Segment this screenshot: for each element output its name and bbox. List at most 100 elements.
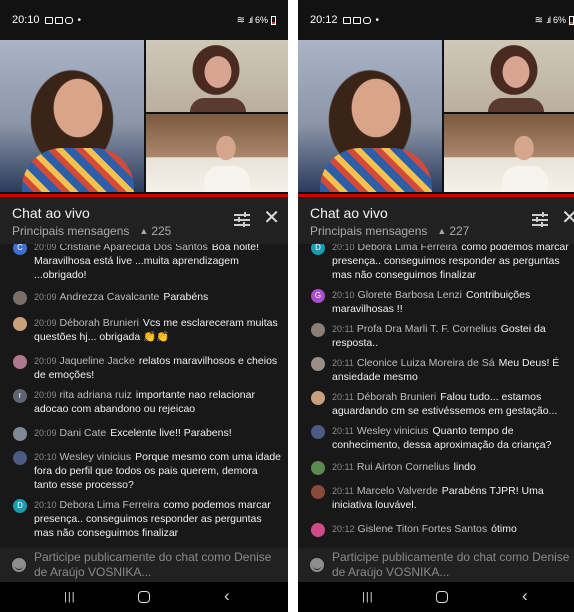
video-tile-participant-top bbox=[146, 40, 288, 112]
avatar[interactable] bbox=[13, 427, 27, 441]
avatar[interactable] bbox=[13, 451, 27, 465]
avatar[interactable]: D bbox=[13, 499, 27, 513]
message-time: 20:11 bbox=[332, 392, 354, 402]
close-icon[interactable]: ✕ bbox=[263, 208, 280, 228]
message-body: 20:11 Déborah Brunieri Falou tudo... estam… bbox=[332, 390, 574, 418]
more-notifications-icon: • bbox=[77, 14, 82, 26]
video-progress-bar[interactable] bbox=[298, 194, 574, 197]
emoji-icon[interactable] bbox=[310, 558, 324, 572]
close-icon[interactable]: ✕ bbox=[561, 208, 574, 228]
message-author[interactable]: Glorete Barbosa Lenzi bbox=[358, 289, 462, 301]
message-body: 20:11 Cleonice Luiza Moreira de Sá Meu Deu… bbox=[332, 356, 574, 384]
status-time: 20:10 bbox=[12, 14, 40, 26]
message-body: 20:09 Cristiane Aparecida Dos Santos Boa n… bbox=[34, 244, 282, 282]
message-author[interactable]: Cleonice Luiza Moreira de Sá bbox=[357, 357, 495, 369]
viewer-icon: ▲ bbox=[437, 226, 447, 236]
video-tile-main-speaker bbox=[0, 40, 144, 192]
status-bar: 20:10 • ≋ .ıl 6% bbox=[0, 0, 288, 40]
avatar[interactable] bbox=[13, 317, 27, 331]
avatar[interactable] bbox=[13, 355, 27, 369]
message-time: 20:09 bbox=[34, 390, 57, 400]
message-time: 20:11 bbox=[332, 426, 354, 436]
recent-apps-icon[interactable]: ||| bbox=[362, 591, 374, 603]
chat-mode-selector[interactable]: Principais mensagens ▲ 225 bbox=[12, 224, 171, 238]
message-body: 20:09 rita adriana ruiz importante nao rel… bbox=[34, 388, 282, 416]
chat-title: Chat ao vivo bbox=[310, 205, 388, 221]
back-icon[interactable]: ‹ bbox=[224, 586, 230, 606]
message-time: 20:09 bbox=[34, 244, 57, 252]
chat-input-placeholder[interactable]: Participe publicamente do chat como Deni… bbox=[34, 550, 280, 580]
avatar[interactable] bbox=[311, 391, 325, 405]
chat-mode-selector[interactable]: Principais mensagens ▲ 227 bbox=[310, 224, 469, 238]
chat-input-placeholder[interactable]: Participe publicamente do chat como Deni… bbox=[332, 550, 574, 580]
message-time: 20:11 bbox=[332, 324, 354, 334]
message-time: 20:10 bbox=[34, 500, 57, 510]
avatar[interactable]: r bbox=[13, 389, 27, 403]
video-progress-bar[interactable] bbox=[0, 194, 288, 197]
recent-apps-icon[interactable]: ||| bbox=[64, 591, 76, 603]
message-author[interactable]: Rui Airton Cornelius bbox=[357, 461, 450, 473]
avatar[interactable] bbox=[311, 323, 325, 337]
message-author[interactable]: Profa Dra Marli T. F. Cornelius bbox=[357, 323, 497, 335]
avatar[interactable] bbox=[311, 485, 325, 499]
message-body: 20:09 Andrezza Cavalcante Parabéns bbox=[34, 290, 282, 304]
chat-input-bar[interactable]: Participe publicamente do chat como Deni… bbox=[298, 548, 574, 582]
avatar[interactable]: G bbox=[311, 289, 325, 303]
avatar[interactable]: C bbox=[13, 244, 27, 255]
home-icon[interactable] bbox=[138, 591, 150, 603]
message-body: 20:10 Glorete Barbosa Lenzi Contribuições … bbox=[332, 288, 574, 316]
message-body: 20:09 Dani Cate Excelente live!! Parabens! bbox=[34, 426, 282, 440]
emoji-icon[interactable] bbox=[12, 558, 26, 572]
message-author[interactable]: Dani Cate bbox=[60, 427, 107, 439]
avatar[interactable] bbox=[311, 461, 325, 475]
avatar[interactable] bbox=[311, 523, 325, 537]
avatar[interactable] bbox=[13, 291, 27, 305]
signal-icon: .ıl bbox=[545, 15, 551, 25]
chat-mode-label: Principais mensagens bbox=[12, 224, 130, 238]
avatar[interactable]: D bbox=[311, 244, 325, 255]
chat-header: Chat ao vivo Principais mensagens ▲ 227 ✕ bbox=[298, 198, 574, 244]
home-icon[interactable] bbox=[436, 591, 448, 603]
message-body: 20:11 Wesley vinicius Quanto tempo de conh… bbox=[332, 424, 574, 452]
video-player[interactable] bbox=[0, 40, 288, 198]
settings-sliders-icon[interactable] bbox=[532, 212, 548, 227]
message-author[interactable]: Cristiane Aparecida Dos Santos bbox=[60, 244, 208, 253]
message-body: 20:12 Gislene Titon Fortes Santos ótimo bbox=[332, 522, 574, 536]
message-author[interactable]: Debora Lima Ferreira bbox=[60, 499, 160, 511]
chat-messages-list[interactable]: C 20:09 Cristiane Aparecida Dos Santos Boa … bbox=[0, 244, 288, 548]
message-author[interactable]: Gislene Titon Fortes Santos bbox=[358, 523, 488, 535]
signal-icon: .ıl bbox=[247, 15, 253, 25]
video-player[interactable] bbox=[298, 40, 574, 198]
message-text: Parabéns bbox=[163, 291, 209, 303]
wifi-icon: ≋ bbox=[236, 14, 245, 26]
settings-sliders-icon[interactable] bbox=[234, 212, 250, 227]
message-author[interactable]: Déborah Brunieri bbox=[357, 391, 436, 403]
message-author[interactable]: Wesley vinicius bbox=[357, 425, 429, 437]
message-body: 20:11 Marcelo Valverde Parabéns TJPR! Uma … bbox=[332, 484, 574, 512]
status-bar: 20:12 • ≋ .ıl 6% bbox=[298, 0, 574, 40]
chat-input-bar[interactable]: Participe publicamente do chat como Deni… bbox=[0, 548, 288, 582]
message-author[interactable]: Wesley vinicius bbox=[60, 451, 132, 463]
message-author[interactable]: rita adriana ruiz bbox=[60, 389, 132, 401]
message-time: 20:11 bbox=[332, 486, 354, 496]
avatar[interactable] bbox=[311, 425, 325, 439]
battery-icon bbox=[271, 15, 276, 25]
message-author[interactable]: Marcelo Valverde bbox=[357, 485, 438, 497]
chat-messages-list[interactable]: D 20:10 Debora Lima Ferreira como podemos m… bbox=[298, 244, 574, 548]
phone-screen-right: 20:12 • ≋ .ıl 6% Chat ao vivo Principais mensa… bbox=[298, 0, 574, 612]
avatar[interactable] bbox=[311, 357, 325, 371]
instagram-notification-icon bbox=[362, 16, 371, 24]
message-time: 20:11 bbox=[332, 358, 354, 368]
message-author[interactable]: Andrezza Cavalcante bbox=[60, 291, 160, 303]
message-time: 20:09 bbox=[34, 356, 57, 366]
message-text: lindo bbox=[453, 461, 476, 473]
back-icon[interactable]: ‹ bbox=[522, 586, 528, 606]
video-tile-participant-top bbox=[444, 40, 574, 112]
message-author[interactable]: Déborah Brunieri bbox=[60, 317, 139, 329]
message-author[interactable]: Jaqueline Jacke bbox=[60, 355, 135, 367]
viewer-count: 225 bbox=[151, 224, 172, 238]
viewer-count: 227 bbox=[449, 224, 470, 238]
message-author[interactable]: Debora Lima Ferreira bbox=[358, 244, 458, 253]
message-time: 20:10 bbox=[332, 290, 355, 300]
chat-mode-label: Principais mensagens bbox=[310, 224, 428, 238]
